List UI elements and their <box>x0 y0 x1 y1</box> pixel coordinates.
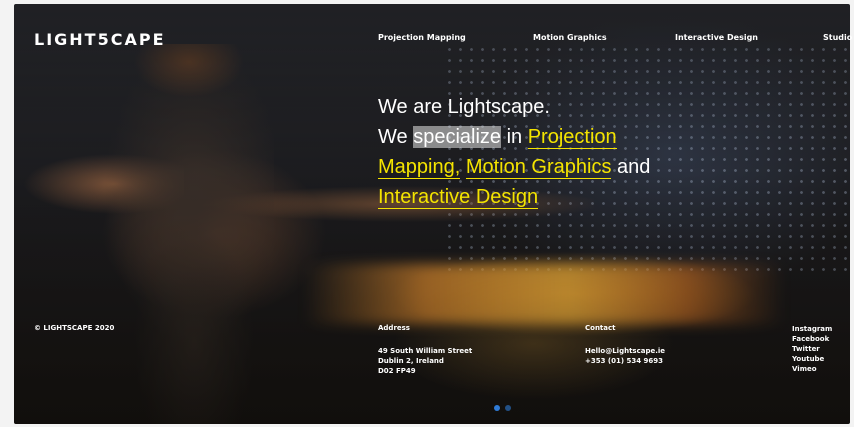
copyright: © LIGHTSCAPE 2020 <box>34 324 115 332</box>
social-link-vimeo[interactable]: Vimeo <box>792 364 832 374</box>
contact-email-link[interactable]: Hello@Lightscape.ie <box>585 346 665 356</box>
address-heading: Address <box>378 324 410 332</box>
link-projection[interactable]: Projection <box>527 126 617 149</box>
brand-logo[interactable]: LIGHT5CAPE <box>34 30 166 49</box>
selected-text: specialize <box>413 126 502 148</box>
nav-item-interactive-design[interactable]: Interactive Design <box>675 33 758 42</box>
headline-line-1: We are Lightscape. <box>378 96 550 118</box>
contact-block: Hello@Lightscape.ie +353 (01) 534 9693 <box>585 346 665 366</box>
social-link-youtube[interactable]: Youtube <box>792 354 832 364</box>
contact-heading: Contact <box>585 324 616 332</box>
headline-line-3: Mapping, Motion Graphics and <box>378 152 650 182</box>
pager-dot[interactable] <box>505 405 511 411</box>
nav-item-motion-graphics[interactable]: Motion Graphics <box>533 33 607 42</box>
address-block: 49 South William Street Dublin 2, Irelan… <box>378 346 472 376</box>
social-links: Instagram Facebook Twitter Youtube Vimeo <box>792 324 832 374</box>
contact-phone-link[interactable]: +353 (01) 534 9693 <box>585 356 665 366</box>
headline-text: in <box>501 126 528 148</box>
pager-dot[interactable] <box>494 405 500 411</box>
headline-line-2: We specialize in Projection <box>378 122 650 152</box>
link-motion-graphics[interactable]: Motion Graphics <box>465 156 612 179</box>
link-mapping[interactable]: Mapping, <box>378 156 461 179</box>
address-line: D02 FP49 <box>378 367 416 375</box>
link-interactive-design[interactable]: Interactive Design <box>378 186 539 209</box>
social-link-instagram[interactable]: Instagram <box>792 324 832 334</box>
headline-text: We <box>378 126 414 148</box>
address-line: 49 South William Street <box>378 347 473 355</box>
hero-headline: We are Lightscape. We specialize in Proj… <box>378 92 650 212</box>
nav-item-projection-mapping[interactable]: Projection Mapping <box>378 33 466 42</box>
social-link-twitter[interactable]: Twitter <box>792 344 832 354</box>
social-link-facebook[interactable]: Facebook <box>792 334 832 344</box>
headline-text: and <box>611 156 651 178</box>
headline-line-4: Interactive Design <box>378 182 650 212</box>
address-line: Dublin 2, Ireland <box>378 357 444 365</box>
nav-item-studio[interactable]: Studio <box>823 33 852 42</box>
